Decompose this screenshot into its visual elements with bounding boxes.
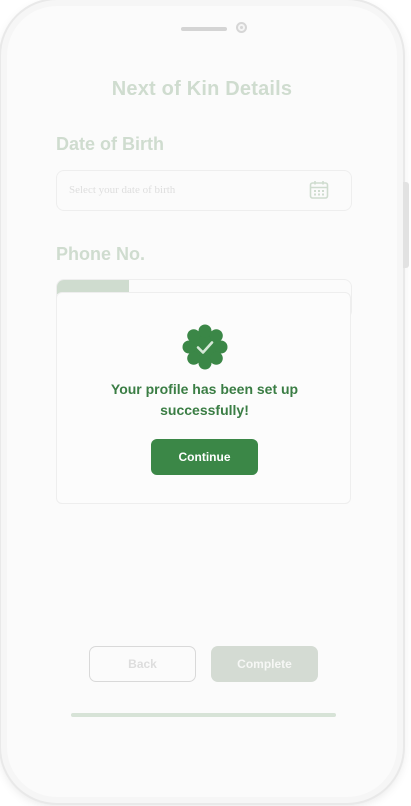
- front-camera-icon: [236, 22, 247, 33]
- success-message: Your profile has been set up successfull…: [57, 379, 352, 421]
- page-title: Next of Kin Details: [111, 78, 293, 100]
- continue-button[interactable]: Continue: [151, 439, 258, 475]
- back-button[interactable]: Back: [89, 646, 196, 682]
- speaker-grille: [181, 27, 227, 31]
- dob-field[interactable]: Select your date of birth: [56, 170, 352, 211]
- phone-label: Phone No.: [56, 244, 145, 264]
- calendar-icon[interactable]: [309, 180, 329, 200]
- side-button: [403, 182, 409, 268]
- success-message-line-1: Your profile has been set up: [110, 381, 299, 397]
- success-message-line-2: successfully!: [160, 402, 249, 418]
- dob-placeholder: Select your date of birth: [69, 184, 176, 196]
- check-badge-icon: [182, 324, 228, 370]
- complete-button[interactable]: Complete: [211, 646, 318, 682]
- dob-label: Date of Birth: [56, 134, 164, 154]
- home-indicator-bar: [71, 713, 336, 717]
- success-dialog: Your profile has been set up successfull…: [56, 292, 351, 504]
